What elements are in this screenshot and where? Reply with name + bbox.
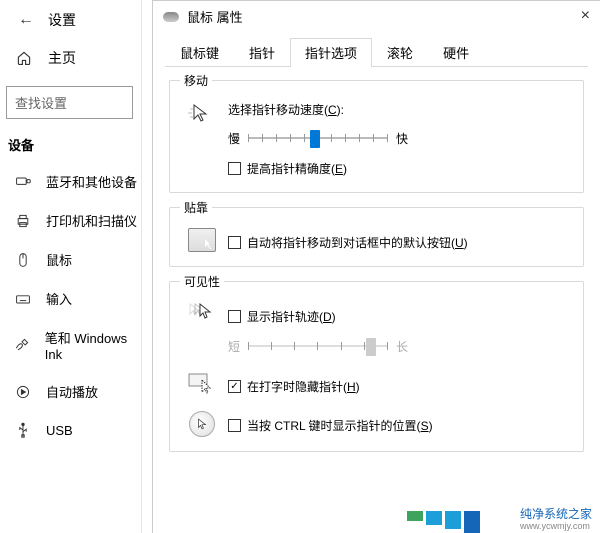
hide-pointer-typing-icon — [188, 372, 216, 397]
mouse-icon — [14, 251, 32, 269]
group-motion: 移动 选择指针移动速度(C): 慢 快 — [169, 80, 584, 193]
tab-wheel[interactable]: 滚轮 — [372, 38, 428, 66]
short-label: 短 — [228, 338, 240, 355]
ctrl-locate-checkbox[interactable]: 当按 CTRL 键时显示指针的位置(S) — [228, 417, 433, 434]
group-motion-label: 移动 — [180, 72, 212, 89]
settings-sidebar: ← 设置 主页 查找设置 设备 蓝牙和其他设备 打印机和扫描仪 鼠标 输入 笔和… — [0, 0, 142, 533]
nav-item-bluetooth[interactable]: 蓝牙和其他设备 — [0, 162, 141, 201]
fast-label: 快 — [396, 130, 408, 147]
group-snap: 贴靠 自动将指针移动到对话框中的默认按钮(U) — [169, 207, 584, 267]
nav-label: 打印机和扫描仪 — [46, 211, 137, 230]
nav-item-mouse[interactable]: 鼠标 — [0, 240, 141, 279]
usb-icon — [14, 421, 32, 439]
nav-item-printers[interactable]: 打印机和扫描仪 — [0, 201, 141, 240]
trail-length-slider — [248, 336, 388, 356]
cursor-speed-icon — [188, 101, 216, 128]
nav-label: 笔和 Windows Ink — [45, 328, 141, 362]
enhance-precision-checkbox[interactable]: 提高指针精确度(E) — [228, 160, 347, 177]
section-title: 设备 — [0, 119, 141, 162]
watermark-logo — [407, 511, 480, 533]
nav-label: USB — [46, 423, 73, 438]
bluetooth-icon — [14, 173, 32, 191]
pen-icon — [14, 336, 31, 354]
snap-to-checkbox[interactable]: 自动将指针移动到对话框中的默认按钮(U) — [228, 234, 468, 251]
nav-label: 输入 — [46, 289, 72, 308]
nav-item-typing[interactable]: 输入 — [0, 279, 141, 318]
watermark: 纯净系统之家 www.ycwmjy.com — [0, 511, 600, 533]
pointer-speed-label: 选择指针移动速度(C): — [228, 101, 569, 118]
dialog-tabs: 鼠标键 指针 指针选项 滚轮 硬件 — [153, 32, 600, 66]
settings-title: 设置 — [48, 10, 76, 30]
pointer-trails-icon — [187, 302, 217, 327]
tab-pointer-options[interactable]: 指针选项 — [290, 38, 372, 66]
nav-label: 自动播放 — [46, 382, 98, 401]
home-icon — [16, 50, 32, 66]
group-visibility: 可见性 显示指针轨迹(D) 短 — [169, 281, 584, 452]
pointer-speed-slider-row: 慢 快 — [228, 128, 569, 148]
nav-item-pen[interactable]: 笔和 Windows Ink — [0, 318, 141, 372]
ctrl-locate-icon — [189, 411, 215, 437]
group-visibility-label: 可见性 — [180, 273, 224, 290]
trail-length-slider-row: 短 长 — [228, 336, 569, 356]
nav-label: 鼠标 — [46, 250, 72, 269]
close-icon[interactable]: × — [581, 7, 590, 25]
nav-home[interactable]: 主页 — [0, 40, 141, 76]
long-label: 长 — [396, 338, 408, 355]
printer-icon — [14, 212, 32, 230]
pointer-trails-checkbox[interactable]: 显示指针轨迹(D) — [228, 308, 336, 325]
back-icon[interactable]: ← — [18, 11, 34, 29]
nav-item-usb[interactable]: USB — [0, 411, 141, 449]
slow-label: 慢 — [228, 130, 240, 147]
search-placeholder: 查找设置 — [15, 96, 67, 111]
mouse-titlebar-icon — [163, 12, 179, 22]
dialog-title: 鼠标 属性 — [187, 7, 243, 26]
keyboard-icon — [14, 290, 32, 308]
snap-to-icon — [188, 228, 216, 252]
autoplay-icon — [14, 383, 32, 401]
nav-label: 蓝牙和其他设备 — [46, 172, 137, 191]
tab-separator — [165, 66, 588, 67]
watermark-text: 纯净系统之家 www.ycwmjy.com — [520, 505, 592, 531]
hide-pointer-typing-checkbox[interactable]: ✓ 在打字时隐藏指针(H) — [228, 378, 360, 395]
tab-buttons[interactable]: 鼠标键 — [165, 38, 234, 66]
tab-pointers[interactable]: 指针 — [234, 38, 290, 66]
settings-header: ← 设置 — [0, 0, 141, 40]
group-snap-label: 贴靠 — [180, 199, 212, 216]
nav-item-autoplay[interactable]: 自动播放 — [0, 372, 141, 411]
mouse-properties-dialog: 鼠标 属性 × 鼠标键 指针 指针选项 滚轮 硬件 移动 选择指针移动速度(C)… — [152, 0, 600, 533]
pointer-speed-slider[interactable] — [248, 128, 388, 148]
tab-hardware[interactable]: 硬件 — [428, 38, 484, 66]
dialog-titlebar: 鼠标 属性 × — [153, 1, 600, 32]
nav-home-label: 主页 — [48, 48, 76, 68]
search-input[interactable]: 查找设置 — [6, 86, 133, 119]
